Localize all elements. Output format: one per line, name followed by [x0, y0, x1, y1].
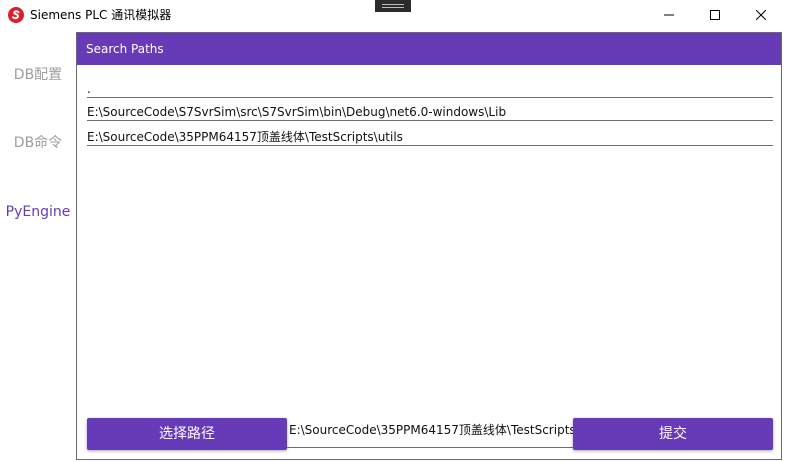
submit-button[interactable]: 提交	[573, 418, 773, 450]
path-list-item[interactable]: E:\SourceCode\S7SvrSim\src\S7SvrSim\bin\…	[87, 103, 773, 121]
title-bar[interactable]: Siemens PLC 通讯模拟器	[0, 0, 785, 30]
path-list-item[interactable]: .	[87, 80, 773, 98]
close-button[interactable]	[738, 0, 784, 30]
panel-title: Search Paths	[77, 33, 781, 65]
maximize-icon	[710, 10, 720, 20]
close-icon	[756, 10, 766, 20]
maximize-button[interactable]	[692, 0, 738, 30]
drag-handle[interactable]	[375, 0, 411, 12]
sidebar: DB配置 DB命令 PyEngine	[0, 30, 76, 462]
path-list-item[interactable]: E:\SourceCode\35PPM64157顶盖线体\TestScripts…	[87, 128, 773, 146]
siemens-logo-icon	[8, 7, 24, 23]
search-paths-panel: Search Paths . E:\SourceCode\S7SvrSim\sr…	[76, 32, 782, 460]
sidebar-item-db-command[interactable]: DB命令	[0, 132, 76, 152]
select-path-button[interactable]: 选择路径	[87, 418, 287, 450]
minimize-icon	[664, 14, 674, 16]
selected-path-field[interactable]: E:\SourceCode\35PPM64157顶盖线体\TestScripts…	[287, 420, 573, 448]
sidebar-item-pyengine[interactable]: PyEngine	[0, 204, 76, 220]
window-title: Siemens PLC 通讯模拟器	[30, 8, 172, 22]
sidebar-item-db-config[interactable]: DB配置	[0, 64, 76, 84]
minimize-button[interactable]	[646, 0, 692, 30]
